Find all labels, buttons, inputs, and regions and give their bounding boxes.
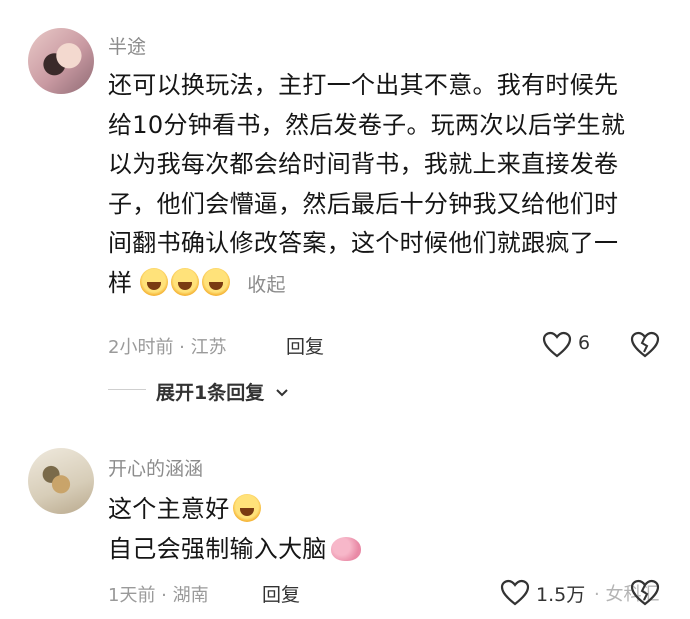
laughing-tears-emoji <box>140 267 169 296</box>
expand-replies-button[interactable]: 展开1条回复 <box>156 378 289 405</box>
comment-text: 还可以换玩法，主打一个出其不意。我有时候先 给10分钟看书，然后发卷子。玩两次以… <box>108 66 668 305</box>
comment-meta: 1天前 · 湖南 <box>108 585 209 606</box>
comment-text: 这个主意好 自己会强制输入大脑 <box>108 490 668 569</box>
heart-icon[interactable] <box>500 579 530 607</box>
expand-replies-label: 展开1条回复 <box>156 382 265 404</box>
comment-line: 自己会强制输入大脑 <box>108 534 327 563</box>
comment-line-with-emoji: 这个主意好 <box>108 490 668 530</box>
comment-line: 给10分钟看书，然后发卷子。玩两次以后学生就 <box>108 110 626 139</box>
broken-heart-icon[interactable] <box>630 579 660 607</box>
like-count: 1.5万 <box>536 584 586 606</box>
comment-line: 子，他们会懵逼，然后最后十分钟我又给他们时 <box>108 189 619 218</box>
avatar[interactable] <box>28 448 94 514</box>
heart-icon[interactable] <box>542 331 572 359</box>
comment-line: 这个主意好 <box>108 495 230 523</box>
reply-button[interactable]: 回复 <box>262 580 300 607</box>
collapse-button[interactable]: 收起 <box>247 274 286 296</box>
laughing-tears-emoji <box>232 494 261 522</box>
comment-line: 以为我每次都会给时间背书，我就上来直接发卷 <box>108 150 619 178</box>
comment-meta: 2小时前 · 江苏 <box>108 337 227 358</box>
like-count: 6 <box>578 332 591 354</box>
comment-line: 样 <box>108 268 133 297</box>
comment-line-last: 样 收起 <box>108 264 668 306</box>
divider <box>108 389 146 390</box>
avatar[interactable] <box>28 28 94 94</box>
laughing-tears-emoji <box>171 267 200 296</box>
brain-emoji <box>330 536 361 561</box>
comment-line-with-emoji: 自己会强制输入大脑 <box>108 530 668 570</box>
broken-heart-icon[interactable] <box>630 331 660 359</box>
laughing-tears-emoji <box>202 267 231 296</box>
comment-username[interactable]: 半途 <box>108 32 146 59</box>
comment-line: 间翻书确认修改答案，这个时候他们就跟疯了一 <box>108 229 619 257</box>
reply-button[interactable]: 回复 <box>286 332 324 359</box>
comment-username[interactable]: 开心的涵涵 <box>108 454 203 481</box>
chevron-down-icon <box>276 389 288 397</box>
comment-line: 还可以换玩法，主打一个出其不意。我有时候先 <box>108 71 619 99</box>
